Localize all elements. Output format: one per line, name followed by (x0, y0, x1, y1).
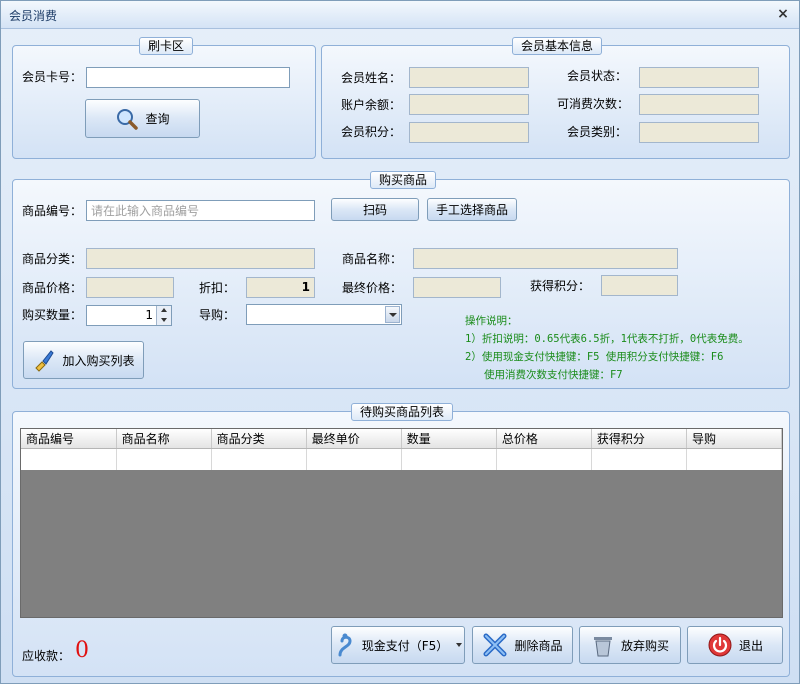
earned-points-field (601, 275, 678, 296)
table-cell[interactable] (21, 448, 117, 470)
cart-header-row: 商品编号 商品名称 商品分类 最终单价 数量 总价格 获得积分 导购 (21, 429, 782, 449)
chevron-down-icon (389, 313, 397, 317)
amount-due-value: 0 (75, 638, 89, 663)
abandon-purchase-label: 放弃购买 (620, 638, 669, 653)
purchase-legend: 购买商品 (370, 171, 437, 189)
exit-label: 退出 (738, 638, 763, 653)
member-status-label: 会员状态： (567, 69, 628, 83)
table-cell[interactable] (496, 448, 592, 470)
discount-field[interactable]: 1 (246, 277, 315, 298)
product-code-label: 商品编号： (22, 204, 83, 218)
discount-label: 折扣： (199, 281, 236, 295)
chevron-down-icon[interactable] (456, 643, 463, 647)
product-category-label: 商品分类： (22, 252, 83, 266)
chevron-down-icon[interactable] (161, 318, 167, 322)
card-number-label: 会员卡号： (22, 70, 83, 84)
product-name-label: 商品名称： (342, 252, 403, 266)
manual-select-button-label: 手工选择商品 (435, 203, 508, 217)
table-cell[interactable] (401, 448, 497, 470)
purchase-group: 购买商品 商品编号： 扫码 手工选择商品 商品分类： 商品名称： 商品价格： 折… (12, 171, 790, 389)
table-row[interactable] (21, 448, 782, 470)
member-type-field (639, 122, 759, 143)
cart-group: 待购买商品列表 商品编号 商品名称 商品分类 最终单价 数量 总价格 获得积分 … (12, 403, 790, 677)
chevron-up-icon[interactable] (161, 308, 167, 312)
title-bar: 会员消费 × (1, 1, 799, 29)
purchase-qty-stepper[interactable]: 1 (86, 305, 172, 326)
member-name-field (409, 67, 529, 88)
window-title: 会员消费 (9, 9, 58, 23)
shopping-guide-select[interactable] (246, 304, 402, 325)
col-earned-points[interactable]: 获得积分 (591, 429, 687, 449)
cash-icon (338, 633, 352, 657)
final-price-field (413, 277, 501, 298)
final-price-label: 最终价格： (342, 281, 403, 295)
scan-button[interactable]: 扫码 (331, 198, 419, 221)
scan-button-label: 扫码 (362, 203, 387, 217)
remaining-times-field (639, 94, 759, 115)
exit-button[interactable]: 退出 (687, 626, 783, 664)
col-product-category[interactable]: 商品分类 (211, 429, 307, 449)
shopping-guide-label: 导购： (199, 308, 236, 322)
col-total-price[interactable]: 总价格 (496, 429, 592, 449)
add-to-cart-label: 加入购买列表 (62, 353, 135, 368)
delete-icon (483, 633, 507, 657)
delete-product-button[interactable]: 删除商品 (472, 626, 573, 664)
query-button-label: 查询 (145, 112, 170, 126)
cart-legend: 待购买商品列表 (351, 403, 454, 421)
instructions-line-1: 1）折扣说明：0.65代表6.5折，1代表不打折，0代表免费。 (465, 333, 749, 345)
member-name-label: 会员姓名： (341, 71, 402, 85)
instructions-line-3: 使用消费次数支付快捷键：F7 (465, 369, 623, 381)
cash-pay-button[interactable]: 现金支付（F5） (331, 626, 465, 664)
col-quantity[interactable]: 数量 (401, 429, 497, 449)
dropdown-button[interactable] (385, 306, 400, 323)
product-category-field (86, 248, 315, 269)
trash-icon (593, 637, 612, 657)
col-shopping-guide[interactable]: 导购 (686, 429, 782, 449)
query-button[interactable]: 查询 (85, 99, 200, 138)
amount-due-label: 应收款： (22, 649, 71, 663)
member-info-group: 会员基本信息 会员姓名： 会员状态： 账户余额： 可消费次数： 会员积分： 会员… (321, 37, 790, 159)
member-points-field (409, 122, 529, 143)
instructions-line-2: 2）使用现金支付快捷键：F5 使用积分支付快捷键：F6 (465, 351, 724, 363)
purchase-qty-value: 1 (145, 308, 153, 322)
member-info-legend: 会员基本信息 (512, 37, 603, 55)
member-points-label: 会员积分： (341, 125, 402, 139)
delete-product-label: 删除商品 (514, 638, 563, 653)
table-cell[interactable] (591, 448, 687, 470)
col-final-unit-price[interactable]: 最终单价 (306, 429, 402, 449)
cart-grid[interactable]: 商品编号 商品名称 商品分类 最终单价 数量 总价格 获得积分 导购 (20, 428, 783, 618)
cash-pay-label: 现金支付（F5） (361, 638, 449, 653)
table-cell[interactable] (116, 448, 212, 470)
magnifier-icon (117, 108, 139, 130)
col-product-code[interactable]: 商品编号 (21, 429, 117, 449)
purchase-qty-label: 购买数量： (22, 308, 83, 322)
member-type-label: 会员类别： (567, 125, 628, 139)
qty-spinner[interactable] (156, 306, 171, 325)
earned-points-label: 获得积分： (530, 279, 591, 293)
card-number-input[interactable] (86, 67, 290, 88)
brush-icon (35, 350, 55, 372)
product-code-input[interactable] (86, 200, 315, 221)
abandon-purchase-button[interactable]: 放弃购买 (579, 626, 681, 664)
close-icon[interactable]: × (775, 6, 791, 22)
power-icon (708, 633, 732, 657)
member-status-field (639, 67, 759, 88)
table-cell[interactable] (686, 448, 782, 470)
manual-select-button[interactable]: 手工选择商品 (427, 198, 517, 221)
col-product-name[interactable]: 商品名称 (116, 429, 212, 449)
cart-table: 商品编号 商品名称 商品分类 最终单价 数量 总价格 获得积分 导购 (21, 429, 782, 470)
product-price-label: 商品价格： (22, 281, 83, 295)
add-to-cart-button[interactable]: 加入购买列表 (23, 341, 144, 379)
account-balance-label: 账户余额： (341, 98, 402, 112)
table-cell[interactable] (211, 448, 307, 470)
product-name-field (413, 248, 678, 269)
table-cell[interactable] (306, 448, 402, 470)
remaining-times-label: 可消费次数： (557, 97, 630, 111)
card-swipe-legend: 刷卡区 (139, 37, 194, 55)
instructions-title: 操作说明： (465, 315, 518, 327)
product-price-field (86, 277, 174, 298)
account-balance-field (409, 94, 529, 115)
card-swipe-group: 刷卡区 会员卡号： 查询 (12, 37, 316, 159)
member-consume-window: 会员消费 × 刷卡区 会员卡号： 查询 会员基本信息 会员姓名： 会员状态： 账… (0, 0, 800, 684)
